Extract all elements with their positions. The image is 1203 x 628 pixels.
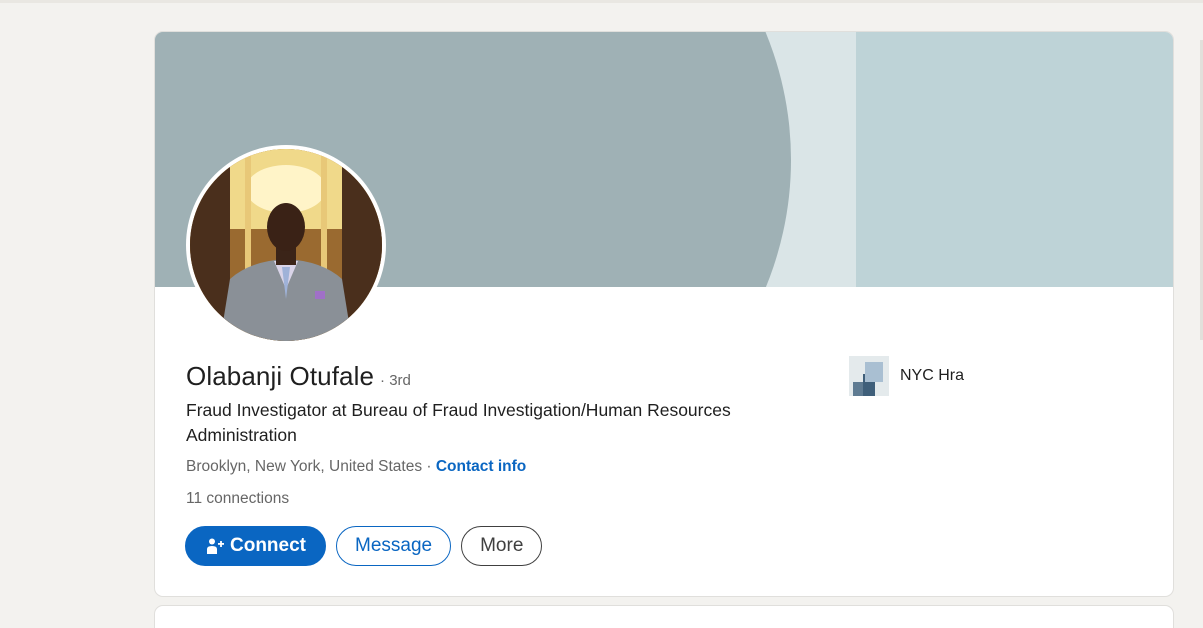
next-section-card bbox=[154, 605, 1174, 628]
profile-actions: Connect Message More bbox=[185, 526, 543, 566]
profile-page: Olabanji Otufale · 3rd Fraud Investigato… bbox=[0, 0, 1203, 628]
profile-avatar[interactable] bbox=[186, 145, 386, 345]
add-person-icon bbox=[206, 537, 224, 555]
connect-button-label: Connect bbox=[230, 535, 306, 556]
profile-card: Olabanji Otufale · 3rd Fraud Investigato… bbox=[154, 31, 1174, 597]
more-button[interactable]: More bbox=[461, 526, 543, 566]
message-button[interactable]: Message bbox=[336, 526, 452, 566]
name-row: Olabanji Otufale · 3rd bbox=[186, 361, 411, 392]
message-button-label: Message bbox=[355, 535, 433, 556]
connection-degree: · 3rd bbox=[380, 372, 411, 389]
company-name: NYC Hra bbox=[900, 367, 965, 384]
connect-button[interactable]: Connect bbox=[185, 526, 326, 566]
location-separator: · bbox=[422, 458, 436, 475]
contact-info-link[interactable]: Contact info bbox=[436, 458, 526, 475]
avatar-photo bbox=[190, 149, 382, 341]
current-company[interactable]: NYC Hra bbox=[849, 356, 964, 396]
profile-name: Olabanji Otufale bbox=[186, 361, 375, 391]
top-divider bbox=[0, 0, 1203, 3]
profile-headline: Fraud Investigator at Bureau of Fraud In… bbox=[186, 400, 731, 445]
connections-count[interactable]: 11 connections bbox=[186, 490, 289, 508]
company-logo-icon bbox=[849, 356, 889, 396]
location-row: Brooklyn, New York, United States · Cont… bbox=[186, 458, 526, 476]
more-button-label: More bbox=[480, 535, 524, 556]
profile-location: Brooklyn, New York, United States bbox=[186, 458, 423, 475]
